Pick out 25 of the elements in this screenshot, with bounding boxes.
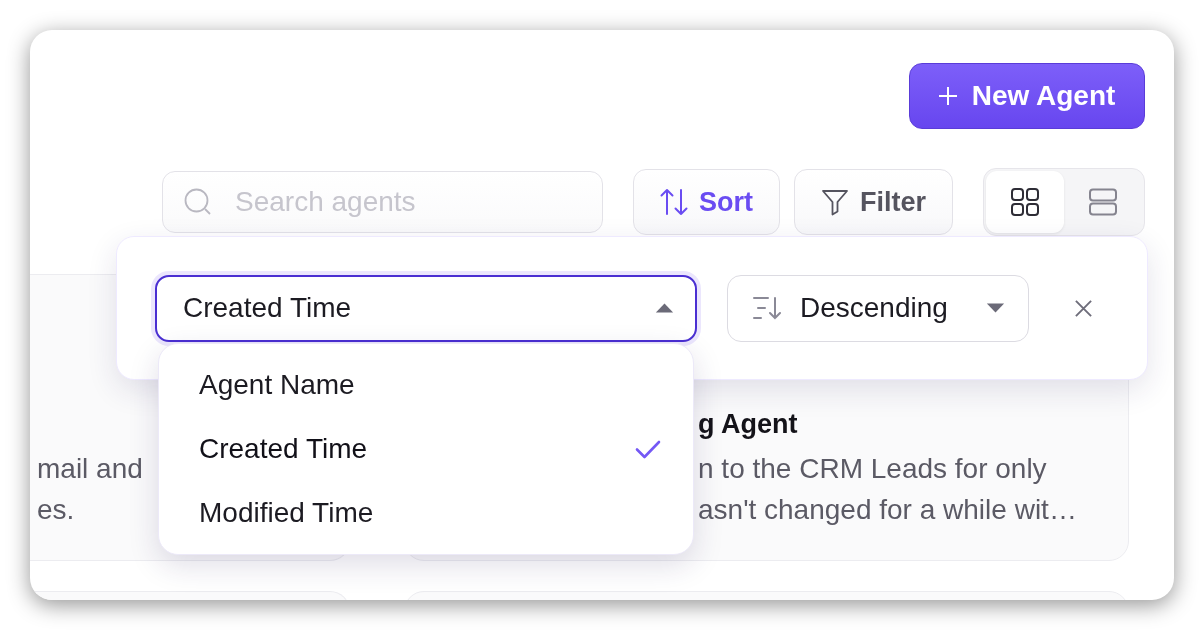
- menu-item[interactable]: Created Time: [159, 417, 693, 481]
- grid-view-button[interactable]: [986, 171, 1064, 233]
- menu-item[interactable]: Modified Time: [159, 481, 693, 545]
- grid-icon: [1011, 188, 1039, 216]
- search-icon: [184, 188, 212, 216]
- caret-icon: [655, 303, 674, 313]
- card-description: mail and: [37, 452, 143, 486]
- close-icon: [1073, 298, 1093, 318]
- caret-icon: [986, 303, 1005, 313]
- search-field[interactable]: Search agents: [162, 171, 603, 233]
- check-icon: [635, 439, 661, 459]
- card-description: asn't changed for a while wit…: [698, 493, 1077, 527]
- filter-icon: [821, 188, 849, 216]
- sort-button[interactable]: Sort: [633, 169, 780, 235]
- new-agent-button[interactable]: New Agent: [909, 63, 1145, 129]
- plus-icon: [938, 87, 957, 105]
- sort-arrows-icon: [660, 188, 688, 216]
- card-title: g Agent: [698, 408, 798, 441]
- filter-button[interactable]: Filter: [794, 169, 953, 235]
- card-description: n to the CRM Leads for only: [698, 452, 1047, 486]
- sort-descending-icon: [753, 296, 783, 320]
- sort-order-dropdown[interactable]: Descending: [727, 274, 1029, 342]
- menu-item[interactable]: Agent Name: [159, 353, 693, 417]
- list-icon: [1089, 188, 1117, 216]
- card-description: es.: [37, 493, 75, 527]
